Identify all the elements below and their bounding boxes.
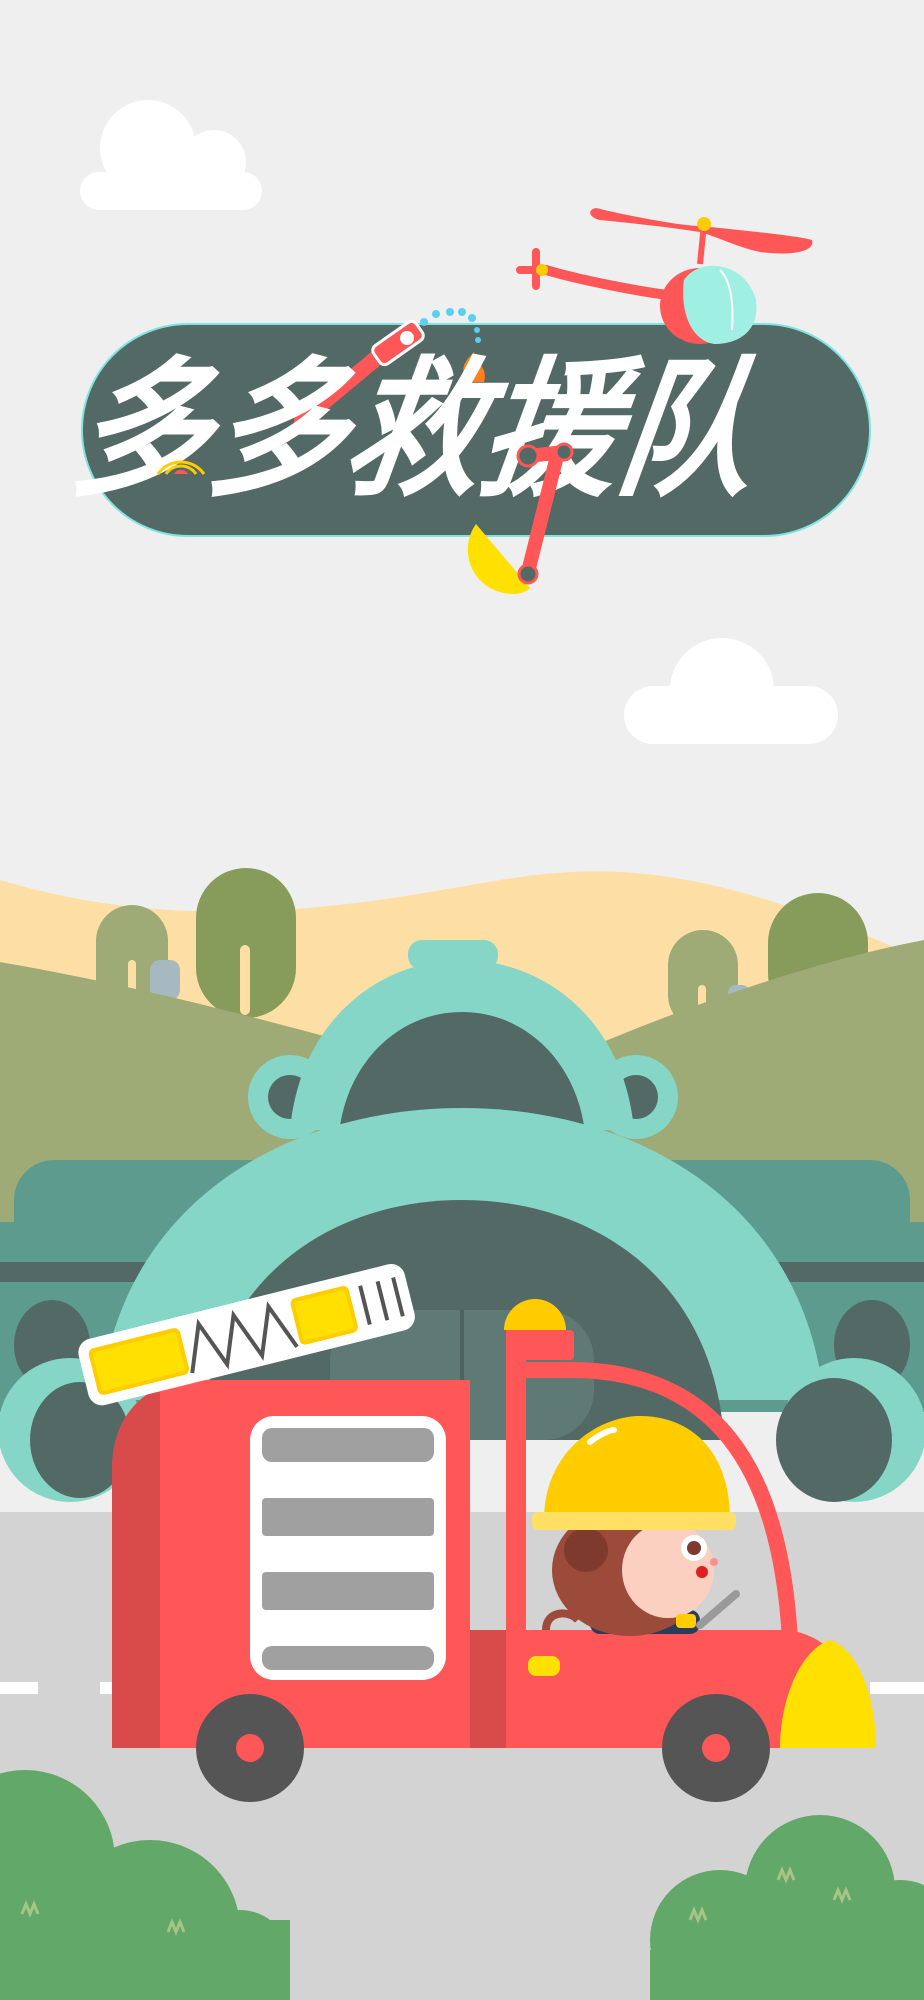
truck-door-handle [528,1656,560,1676]
game-scene[interactable]: 多多救援队 [0,0,924,2000]
tree-large-left [196,868,296,1018]
game-title: 多多救援队 [63,343,768,518]
